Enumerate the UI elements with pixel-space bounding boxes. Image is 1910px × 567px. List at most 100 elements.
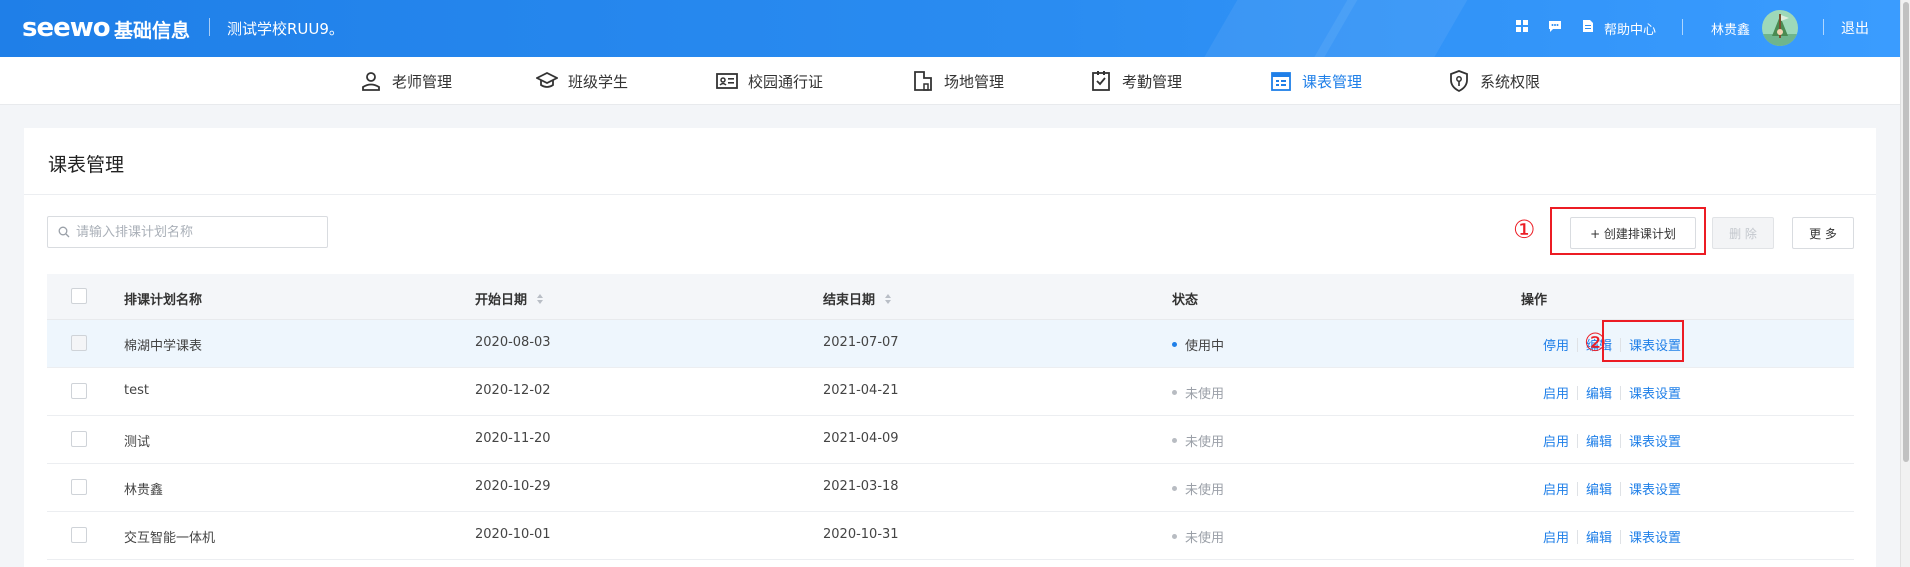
enable-link[interactable]: 启用 bbox=[1543, 431, 1569, 450]
schedule-management-panel: 课表管理 ① + 创建排课计划 删 除 更 多 排课计划名称 开始日期 结束日期… bbox=[24, 128, 1876, 567]
nav-item-permissions[interactable]: 系统权限 bbox=[1448, 57, 1540, 105]
document-icon[interactable] bbox=[1581, 19, 1595, 33]
avatar[interactable] bbox=[1762, 10, 1798, 46]
row-checkbox[interactable] bbox=[71, 383, 87, 399]
scrollbar-thumb[interactable] bbox=[1903, 2, 1909, 462]
status-text: 未使用 bbox=[1185, 387, 1225, 402]
header-divider bbox=[1823, 19, 1824, 35]
table-row[interactable]: 棉湖中学课表 2020-08-03 2021-07-07 使用中 停用 编辑 课… bbox=[47, 320, 1854, 368]
create-plan-button[interactable]: + 创建排课计划 bbox=[1570, 217, 1696, 249]
edit-link[interactable]: 编辑 bbox=[1586, 431, 1612, 450]
sort-icon[interactable] bbox=[537, 293, 544, 304]
logout-link[interactable]: 退出 bbox=[1841, 18, 1869, 38]
status-text: 未使用 bbox=[1185, 483, 1225, 498]
title-divider bbox=[24, 194, 1876, 195]
enable-link[interactable]: 启用 bbox=[1543, 479, 1569, 498]
school-name: 测试学校RUU9。 bbox=[227, 20, 344, 38]
end-date: 2021-03-18 bbox=[823, 479, 899, 494]
schedule-settings-link[interactable]: 课表设置 bbox=[1629, 527, 1681, 546]
nav-item-label: 课表管理 bbox=[1302, 72, 1363, 91]
id-card-icon bbox=[716, 73, 738, 89]
header-divider bbox=[1682, 19, 1683, 35]
nav-item-label: 场地管理 bbox=[944, 72, 1005, 91]
graduation-cap-icon bbox=[536, 71, 558, 88]
status-badge: 未使用 bbox=[1172, 383, 1224, 402]
nav-item-attendance[interactable]: 考勤管理 bbox=[1090, 57, 1182, 105]
start-date: 2020-10-01 bbox=[475, 527, 551, 542]
edit-link[interactable]: 编辑 bbox=[1586, 479, 1612, 498]
nav-item-label: 班级学生 bbox=[568, 72, 629, 91]
nav-item-classes[interactable]: 班级学生 bbox=[536, 57, 628, 105]
annotation-marker-1: ① bbox=[1513, 215, 1536, 244]
column-label: 开始日期 bbox=[475, 293, 528, 308]
table-row[interactable]: 林贵鑫 2020-10-29 2021-03-18 未使用 启用 编辑 课表设置 bbox=[47, 464, 1854, 512]
end-date: 2021-04-21 bbox=[823, 383, 899, 398]
plan-name: 棉湖中学课表 bbox=[124, 339, 203, 354]
shield-icon bbox=[1450, 70, 1468, 92]
page-scrollbar[interactable] bbox=[1900, 0, 1910, 567]
row-actions: 启用 编辑 课表设置 bbox=[1543, 527, 1681, 546]
status-text: 使用中 bbox=[1185, 339, 1225, 354]
edit-link[interactable]: 编辑 bbox=[1586, 527, 1612, 546]
calendar-icon bbox=[1271, 72, 1291, 91]
plan-name: 交互智能一体机 bbox=[124, 531, 216, 546]
nav-item-campus-pass[interactable]: 校园通行证 bbox=[716, 57, 823, 105]
row-actions: 启用 编辑 课表设置 bbox=[1543, 479, 1681, 498]
nav-item-label: 老师管理 bbox=[392, 72, 453, 91]
main-nav: 老师管理 班级学生 校园通行证 场地管理 考勤管理 课表管理 系统权限 bbox=[0, 57, 1900, 105]
row-checkbox[interactable] bbox=[71, 335, 87, 351]
nav-item-venues[interactable]: 场地管理 bbox=[912, 57, 1004, 105]
status-badge: 未使用 bbox=[1172, 431, 1224, 450]
enable-link[interactable]: 启用 bbox=[1543, 527, 1569, 546]
app-name: 基础信息 bbox=[114, 20, 191, 42]
table-row[interactable]: 测试 2020-11-20 2021-04-09 未使用 启用 编辑 课表设置 bbox=[47, 416, 1854, 464]
nav-item-label: 考勤管理 bbox=[1122, 72, 1183, 91]
status-badge: 未使用 bbox=[1172, 479, 1224, 498]
column-header-end-date[interactable]: 结束日期 bbox=[823, 289, 892, 308]
row-checkbox[interactable] bbox=[71, 479, 87, 495]
disable-link[interactable]: 停用 bbox=[1543, 335, 1569, 354]
schedule-settings-link[interactable]: 课表设置 bbox=[1629, 479, 1681, 498]
top-header: seewo 基础信息 测试学校RUU9。 帮助中心 林贵鑫 退出 bbox=[0, 0, 1900, 57]
nav-item-schedule[interactable]: 课表管理 bbox=[1270, 57, 1362, 105]
edit-link[interactable]: 编辑 bbox=[1586, 383, 1612, 402]
nav-item-teachers[interactable]: 老师管理 bbox=[360, 57, 452, 105]
column-label: 状态 bbox=[1172, 293, 1199, 308]
enable-link[interactable]: 启用 bbox=[1543, 383, 1569, 402]
status-badge: 使用中 bbox=[1172, 335, 1224, 354]
start-date: 2020-08-03 bbox=[475, 335, 551, 350]
column-header-start-date[interactable]: 开始日期 bbox=[475, 289, 544, 308]
schedule-settings-link[interactable]: 课表设置 bbox=[1629, 431, 1681, 450]
row-checkbox[interactable] bbox=[71, 431, 87, 447]
plan-name: test bbox=[124, 383, 149, 398]
table-row[interactable]: 交互智能一体机 2020-10-01 2020-10-31 未使用 启用 编辑 … bbox=[47, 512, 1854, 560]
search-box[interactable] bbox=[47, 216, 328, 248]
column-header-status: 状态 bbox=[1172, 289, 1198, 308]
sort-icon[interactable] bbox=[885, 293, 892, 304]
more-button[interactable]: 更 多 bbox=[1792, 217, 1854, 249]
end-date: 2021-07-07 bbox=[823, 335, 899, 350]
search-input[interactable] bbox=[76, 224, 316, 240]
row-checkbox[interactable] bbox=[71, 527, 87, 543]
column-label: 排课计划名称 bbox=[124, 293, 203, 308]
delete-button[interactable]: 删 除 bbox=[1712, 217, 1774, 249]
user-name[interactable]: 林贵鑫 bbox=[1711, 19, 1750, 38]
status-dot bbox=[1172, 438, 1177, 443]
column-header-name: 排课计划名称 bbox=[124, 289, 202, 308]
column-label: 结束日期 bbox=[823, 293, 876, 308]
checklist-icon bbox=[1092, 71, 1110, 91]
start-date: 2020-10-29 bbox=[475, 479, 551, 494]
table-header: 排课计划名称 开始日期 结束日期 状态 操作 bbox=[47, 274, 1854, 320]
help-center-link[interactable]: 帮助中心 bbox=[1604, 19, 1656, 38]
apps-grid-icon[interactable] bbox=[1515, 19, 1529, 33]
header-divider bbox=[209, 18, 210, 36]
table-row[interactable]: test 2020-12-02 2021-04-21 未使用 启用 编辑 课表设… bbox=[47, 368, 1854, 416]
plan-name: 测试 bbox=[124, 435, 151, 450]
message-icon[interactable] bbox=[1548, 19, 1562, 33]
seewo-logo[interactable]: seewo bbox=[22, 13, 111, 43]
end-date: 2020-10-31 bbox=[823, 527, 899, 542]
row-actions: 启用 编辑 课表设置 bbox=[1543, 383, 1681, 402]
schedule-settings-link[interactable]: 课表设置 bbox=[1629, 383, 1681, 402]
plan-name: 林贵鑫 bbox=[124, 483, 164, 498]
select-all-checkbox[interactable] bbox=[71, 288, 87, 304]
